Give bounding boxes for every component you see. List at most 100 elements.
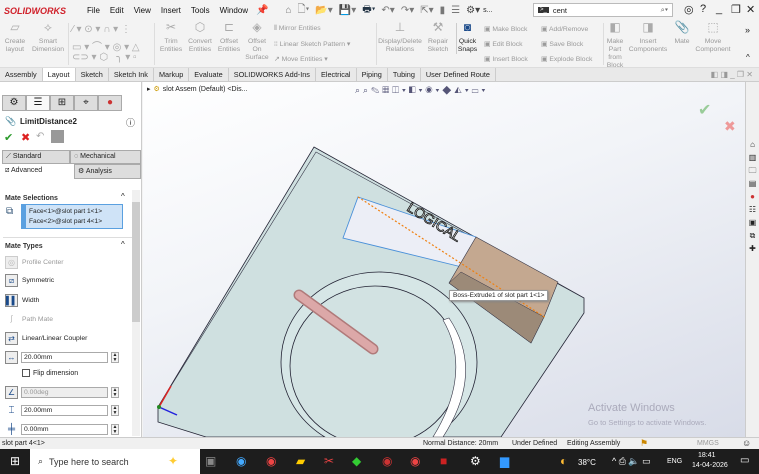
help-icon[interactable]: ⓘ	[126, 116, 135, 129]
sketch-line-tools[interactable]: ⁄ ▾ ⊙ ▾ ∩ ▾ ⋮	[72, 24, 131, 35]
tab-addins[interactable]: SOLIDWORKS Add-Ins	[229, 68, 316, 81]
menu-insert[interactable]: Insert	[161, 6, 181, 15]
clock-time[interactable]: 18:41	[698, 452, 716, 459]
distance-spinner[interactable]: ▲ ▼	[111, 352, 119, 363]
redo-icon[interactable]: ↷▾	[401, 5, 414, 16]
forum-icon[interactable]: ▣	[747, 217, 758, 228]
copilot-sparkle-icon[interactable]: ✦	[168, 454, 178, 468]
home-icon[interactable]: ⌂	[286, 5, 292, 16]
display-manager-tab-icon[interactable]: ●	[98, 95, 122, 111]
view-palette-icon[interactable]: ▤	[747, 178, 758, 189]
tab-analysis[interactable]: ⚙ Analysis	[74, 164, 141, 179]
max-distance-input[interactable]: 20.00mm	[21, 405, 108, 416]
tab-layout[interactable]: Layout	[42, 68, 76, 81]
configuration-manager-tab-icon[interactable]: ⊞	[50, 95, 74, 111]
insert-block-button[interactable]: ▣ Insert Block	[484, 55, 528, 63]
dimxpert-tab-icon[interactable]: ⌖	[74, 95, 98, 111]
offset-on-surface-button[interactable]: ◈ Offset On Surface	[244, 21, 270, 62]
document-window-controls[interactable]: ◧ ◨ _ ❐ ✕	[705, 68, 759, 81]
mirror-entities-button[interactable]: ⫴ Mirror Entities	[274, 25, 321, 33]
system-tray-icons[interactable]: ^ ⎙ 🔈 ▭	[612, 456, 651, 467]
distance-input[interactable]: 20.00mm	[21, 352, 108, 363]
mate-type-profile-center[interactable]: ◎ Profile Center	[5, 256, 64, 269]
pin-icon[interactable]: 📌	[256, 5, 268, 16]
cancel-x-icon[interactable]: ✖	[21, 131, 30, 144]
resources-icon[interactable]: ⌂	[747, 139, 758, 150]
scrollbar-thumb[interactable]	[132, 202, 140, 322]
add-remove-button[interactable]: ▣ Add/Remove	[541, 25, 588, 33]
collapse-chevron-icon[interactable]: ^	[121, 240, 125, 249]
insert-components-button[interactable]: ◨ Insert Components	[627, 21, 669, 54]
settings-icon[interactable]: ⚙	[470, 454, 481, 468]
menu-view[interactable]: View	[134, 6, 151, 15]
app-icon[interactable]: ◉	[382, 454, 392, 468]
units-selector[interactable]: MMGS	[697, 440, 719, 447]
mate-type-linear-coupler[interactable]: ⇄ Linear/Linear Coupler	[5, 332, 87, 345]
min-distance-input[interactable]: 0.00mm	[21, 424, 108, 435]
feature-manager-tab-icon[interactable]: ⚙	[2, 95, 26, 111]
tab-evaluate[interactable]: Evaluate	[189, 68, 229, 81]
property-manager-tab-icon[interactable]: ☰	[26, 95, 50, 111]
max-spinner[interactable]: ▲ ▼	[111, 405, 119, 416]
app-icon[interactable]: ◉	[236, 454, 246, 468]
clock-date[interactable]: 14-04-2026	[692, 462, 728, 469]
quick-snaps-button[interactable]: ◙ Quick Snaps	[456, 21, 478, 54]
menu-window[interactable]: Window	[220, 6, 248, 15]
file-explorer-icon[interactable]: ▰	[296, 454, 305, 468]
collapse-ribbon-icon[interactable]: ^	[746, 53, 750, 62]
trim-entities-button[interactable]: ✂ Trim Entities	[157, 21, 185, 54]
tab-standard[interactable]: ⟋ Standard	[2, 150, 70, 164]
toolbox-icon[interactable]: ✚	[747, 243, 758, 254]
tab-advanced[interactable]: ⧄ Advanced	[2, 164, 74, 180]
save-icon[interactable]: 💾▾	[339, 5, 356, 16]
tab-user-defined-route[interactable]: User Defined Route	[421, 68, 496, 81]
pushpin-button[interactable]	[51, 130, 64, 143]
rebuild-status-icon[interactable]: ⚑	[640, 438, 648, 449]
min-spinner[interactable]: ▲ ▼	[111, 424, 119, 435]
user-icon[interactable]: ◎	[684, 3, 694, 16]
scrollbar[interactable]	[132, 190, 140, 436]
selection-item[interactable]: Face<1>@slot part 1<1>	[29, 207, 119, 217]
tab-markup[interactable]: Markup	[154, 68, 190, 81]
undo-icon[interactable]: ↶	[36, 131, 44, 142]
more-commands-icon[interactable]: »	[745, 25, 750, 35]
offset-entities-button[interactable]: ⊏ Offset Entities	[215, 21, 243, 54]
tab-sketch[interactable]: Sketch	[76, 68, 109, 81]
angle-input[interactable]: 0.00deg	[21, 387, 108, 398]
save-block-button[interactable]: ▣ Save Block	[541, 40, 583, 48]
tab-sketch-ink[interactable]: Sketch Ink	[109, 68, 154, 81]
angle-spinner[interactable]: ▲ ▼	[111, 387, 119, 398]
make-part-from-block-button[interactable]: ◧ Make Part from Block	[605, 21, 625, 70]
mate-type-width[interactable]: ▌▌ Width	[5, 294, 39, 307]
flip-dimension-row[interactable]: Flip dimension	[22, 369, 78, 377]
minimize-button[interactable]: _	[716, 3, 722, 15]
flip-dimension-checkbox[interactable]	[22, 369, 30, 377]
tab-assembly[interactable]: Assembly	[0, 68, 43, 81]
select-icon[interactable]: ⇱▾	[420, 5, 433, 16]
search-icon[interactable]: ⌕▾	[661, 5, 668, 15]
notifications-icon[interactable]: ▭	[740, 455, 749, 466]
mate-button[interactable]: 📎 Mate	[672, 21, 692, 46]
chrome-icon[interactable]: ◉	[410, 454, 420, 468]
chrome-icon[interactable]: ◉	[266, 454, 276, 468]
tab-piping[interactable]: Piping	[357, 68, 388, 81]
mate-type-path-mate[interactable]: ∫ Path Mate	[5, 313, 53, 326]
graphics-viewport[interactable]: ▸ ⚙ slot Assem (Default) <Dis... ⌕⌕✎▦◫▾◧▾…	[143, 82, 745, 437]
open-icon[interactable]: 📂▾	[315, 5, 332, 16]
repair-sketch-button[interactable]: ⚒ Repair Sketch	[426, 21, 450, 54]
convert-entities-button[interactable]: ⬡ Convert Entities	[186, 21, 214, 54]
move-entities-button[interactable]: ↗ Move Entities ▾	[274, 55, 328, 63]
snipping-tool-icon[interactable]: ✂	[324, 454, 334, 468]
windows-start-icon[interactable]: ⊞	[10, 454, 20, 468]
design-library-icon[interactable]: ▥	[747, 152, 758, 163]
appearances-icon[interactable]: ●	[747, 191, 758, 202]
weather-temp[interactable]: 38°C	[578, 458, 596, 467]
display-delete-relations-button[interactable]: ⊥ Display/Delete Relations	[378, 21, 422, 54]
tab-tubing[interactable]: Tubing	[388, 68, 421, 81]
move-component-button[interactable]: ⬚ Move Component	[695, 21, 731, 54]
new-icon[interactable]: 🗋▾	[298, 2, 310, 19]
restore-button[interactable]: ❐	[731, 3, 741, 16]
create-layout-button[interactable]: ▱ Create layout	[3, 21, 27, 54]
file-properties-icon[interactable]: ☰	[451, 5, 460, 16]
file-explorer-icon[interactable]: 🗀	[747, 165, 758, 176]
